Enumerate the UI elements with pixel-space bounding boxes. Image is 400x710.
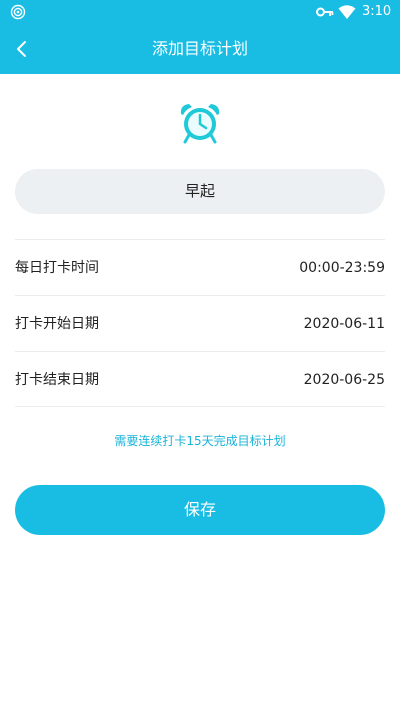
status-time: 3:10 — [362, 4, 392, 19]
end-date-row[interactable]: 打卡结束日期 2020-06-25 — [15, 351, 385, 407]
row-label: 每日打卡时间 — [15, 260, 99, 276]
row-value: 2020-06-11 — [303, 316, 385, 332]
hint-text: 需要连续打卡15天完成目标计划 — [114, 434, 286, 448]
start-date-row[interactable]: 打卡开始日期 2020-06-11 — [15, 295, 385, 351]
wifi-icon — [338, 5, 356, 19]
row-value: 00:00-23:59 — [299, 260, 385, 276]
row-label: 打卡开始日期 — [15, 316, 99, 332]
daily-checkin-time-row[interactable]: 每日打卡时间 00:00-23:59 — [15, 239, 385, 295]
row-value: 2020-06-25 — [303, 372, 385, 388]
save-button[interactable]: 保存 — [15, 485, 385, 535]
key-icon — [316, 7, 334, 17]
nav-bar: 添加目标计划 — [0, 24, 400, 74]
page-title: 添加目标计划 — [151, 39, 248, 58]
podcast-icon — [10, 4, 26, 20]
status-bar: 3:10 — [0, 0, 400, 24]
goal-name-field[interactable]: 早起 — [15, 169, 385, 214]
row-label: 打卡结束日期 — [15, 372, 99, 388]
alarm-clock-icon — [180, 104, 220, 144]
